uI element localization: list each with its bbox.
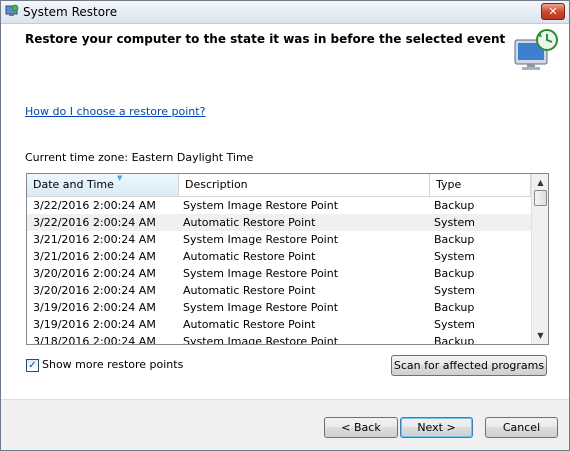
table-row-selected[interactable]: 3/22/2016 2:00:24 AM Automatic Restore P…: [27, 214, 531, 231]
cell-description: Automatic Restore Point: [183, 318, 316, 331]
close-button[interactable]: ✕: [541, 3, 565, 20]
table-row[interactable]: 3/21/2016 2:00:24 AM System Image Restor…: [27, 231, 531, 248]
column-header-label: Type: [436, 178, 462, 191]
close-icon: ✕: [548, 5, 558, 18]
cancel-button[interactable]: Cancel: [485, 417, 558, 438]
wizard-header: Restore your computer to the state it wa…: [1, 24, 569, 86]
cell-description: System Image Restore Point: [183, 335, 339, 345]
column-header-label: Date and Time: [33, 178, 114, 191]
table-row[interactable]: 3/22/2016 2:00:24 AM System Image Restor…: [27, 197, 531, 214]
system-restore-icon: [5, 4, 19, 16]
show-more-label[interactable]: Show more restore points: [42, 358, 183, 372]
help-link[interactable]: How do I choose a restore point?: [25, 105, 205, 118]
cell-date: 3/20/2016 2:00:24 AM: [33, 284, 156, 297]
cell-type: Backup: [434, 233, 475, 246]
window-title: System Restore: [23, 5, 118, 19]
cell-date: 3/18/2016 2:00:24 AM: [33, 335, 156, 345]
system-restore-window: System Restore ✕ Restore your computer t…: [0, 0, 570, 451]
table-row[interactable]: 3/20/2016 2:00:24 AM Automatic Restore P…: [27, 282, 531, 299]
checkmark-icon: ✓: [28, 360, 37, 371]
back-button[interactable]: < Back: [324, 417, 398, 438]
restore-points-list[interactable]: ▼ Date and Time Description Type 3/22/20…: [26, 173, 549, 345]
cell-description: System Image Restore Point: [183, 233, 339, 246]
table-row[interactable]: 3/18/2016 2:00:24 AM System Image Restor…: [27, 333, 531, 345]
cell-description: Automatic Restore Point: [183, 216, 316, 229]
cell-type: Backup: [434, 199, 475, 212]
cell-type: System: [434, 284, 476, 297]
cell-date: 3/19/2016 2:00:24 AM: [33, 301, 156, 314]
table-row[interactable]: 3/21/2016 2:00:24 AM Automatic Restore P…: [27, 248, 531, 265]
sort-arrow-icon: ▼: [117, 174, 123, 182]
column-header-type[interactable]: Type: [430, 174, 531, 196]
cell-description: Automatic Restore Point: [183, 284, 316, 297]
title-bar[interactable]: System Restore ✕: [1, 1, 569, 24]
table-row[interactable]: 3/19/2016 2:00:24 AM Automatic Restore P…: [27, 316, 531, 333]
cell-type: System: [434, 318, 476, 331]
page-title: Restore your computer to the state it wa…: [25, 32, 506, 46]
table-row[interactable]: 3/19/2016 2:00:24 AM System Image Restor…: [27, 299, 531, 316]
cell-date: 3/20/2016 2:00:24 AM: [33, 267, 156, 280]
monitor-restore-icon: [514, 29, 558, 70]
table-row[interactable]: 3/20/2016 2:00:24 AM System Image Restor…: [27, 265, 531, 282]
show-more-checkbox[interactable]: ✓: [26, 359, 39, 372]
cell-type: System: [434, 216, 476, 229]
list-rows: 3/22/2016 2:00:24 AM System Image Restor…: [27, 197, 531, 345]
cell-date: 3/22/2016 2:00:24 AM: [33, 216, 156, 229]
timezone-label: Current time zone: Eastern Daylight Time: [25, 151, 254, 164]
scroll-thumb[interactable]: [534, 190, 547, 206]
cell-date: 3/19/2016 2:00:24 AM: [33, 318, 156, 331]
vertical-scrollbar[interactable]: ▲ ▼: [531, 174, 548, 344]
cell-type: System: [434, 250, 476, 263]
scroll-down-arrow-icon[interactable]: ▼: [533, 328, 548, 343]
cell-description: Automatic Restore Point: [183, 250, 316, 263]
column-header-date[interactable]: ▼ Date and Time: [27, 174, 179, 196]
cell-type: Backup: [434, 301, 475, 314]
list-header: ▼ Date and Time Description Type: [27, 174, 531, 197]
cell-type: Backup: [434, 267, 475, 280]
cell-description: System Image Restore Point: [183, 267, 339, 280]
cell-description: System Image Restore Point: [183, 199, 339, 212]
column-header-label: Description: [185, 178, 248, 191]
scroll-up-arrow-icon[interactable]: ▲: [533, 175, 548, 190]
next-button[interactable]: Next >: [400, 417, 473, 438]
cell-date: 3/21/2016 2:00:24 AM: [33, 233, 156, 246]
scan-affected-programs-button[interactable]: Scan for affected programs: [391, 355, 547, 376]
cell-date: 3/21/2016 2:00:24 AM: [33, 250, 156, 263]
cell-type: Backup: [434, 335, 475, 345]
column-header-description[interactable]: Description: [179, 174, 430, 196]
cell-date: 3/22/2016 2:00:24 AM: [33, 199, 156, 212]
cell-description: System Image Restore Point: [183, 301, 339, 314]
wizard-footer: < Back Next > Cancel: [1, 399, 569, 450]
